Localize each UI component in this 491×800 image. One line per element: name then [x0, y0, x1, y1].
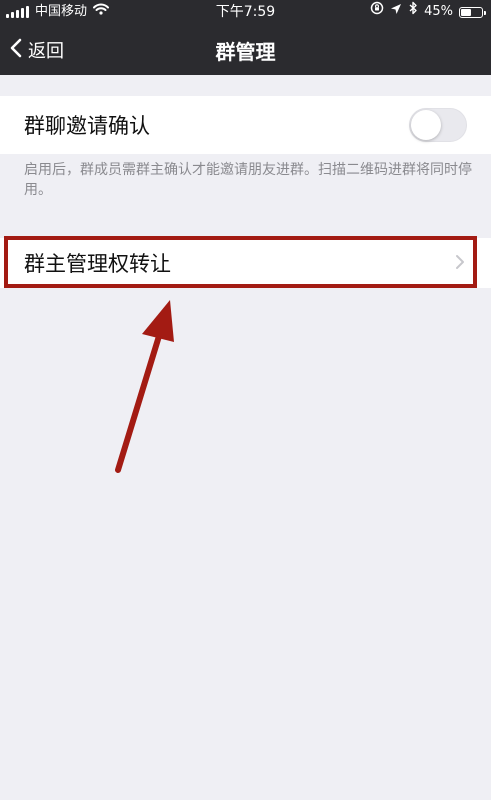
- header-bar: 中国移动 下午7:59 45% 返回 群管理: [0, 0, 491, 75]
- invite-confirm-label: 群聊邀请确认: [24, 114, 150, 138]
- chevron-right-icon: [455, 251, 465, 275]
- invite-confirm-section: 群聊邀请确认: [0, 96, 491, 154]
- orientation-lock-icon: [370, 0, 384, 24]
- battery-icon: [459, 6, 486, 18]
- invite-confirm-row[interactable]: 群聊邀请确认: [0, 96, 491, 154]
- page-title: 群管理: [215, 40, 276, 64]
- invite-confirm-toggle[interactable]: [409, 108, 467, 142]
- status-bar: 中国移动 下午7:59 45%: [0, 0, 491, 24]
- status-right: 45%: [370, 0, 486, 24]
- battery-fill: [461, 8, 471, 16]
- transfer-owner-section: 群主管理权转让: [0, 238, 491, 288]
- battery-percent: 45%: [424, 4, 453, 19]
- transfer-owner-label: 群主管理权转让: [24, 252, 171, 276]
- location-icon: [390, 0, 402, 24]
- navigation-bar: 返回 群管理: [0, 24, 491, 75]
- bluetooth-icon: [408, 0, 418, 24]
- transfer-owner-row[interactable]: 群主管理权转让: [0, 238, 491, 288]
- invite-confirm-description: 启用后，群成员需群主确认才能邀请朋友进群。扫描二维码进群将同时停用。: [24, 162, 472, 198]
- toggle-knob: [411, 110, 441, 140]
